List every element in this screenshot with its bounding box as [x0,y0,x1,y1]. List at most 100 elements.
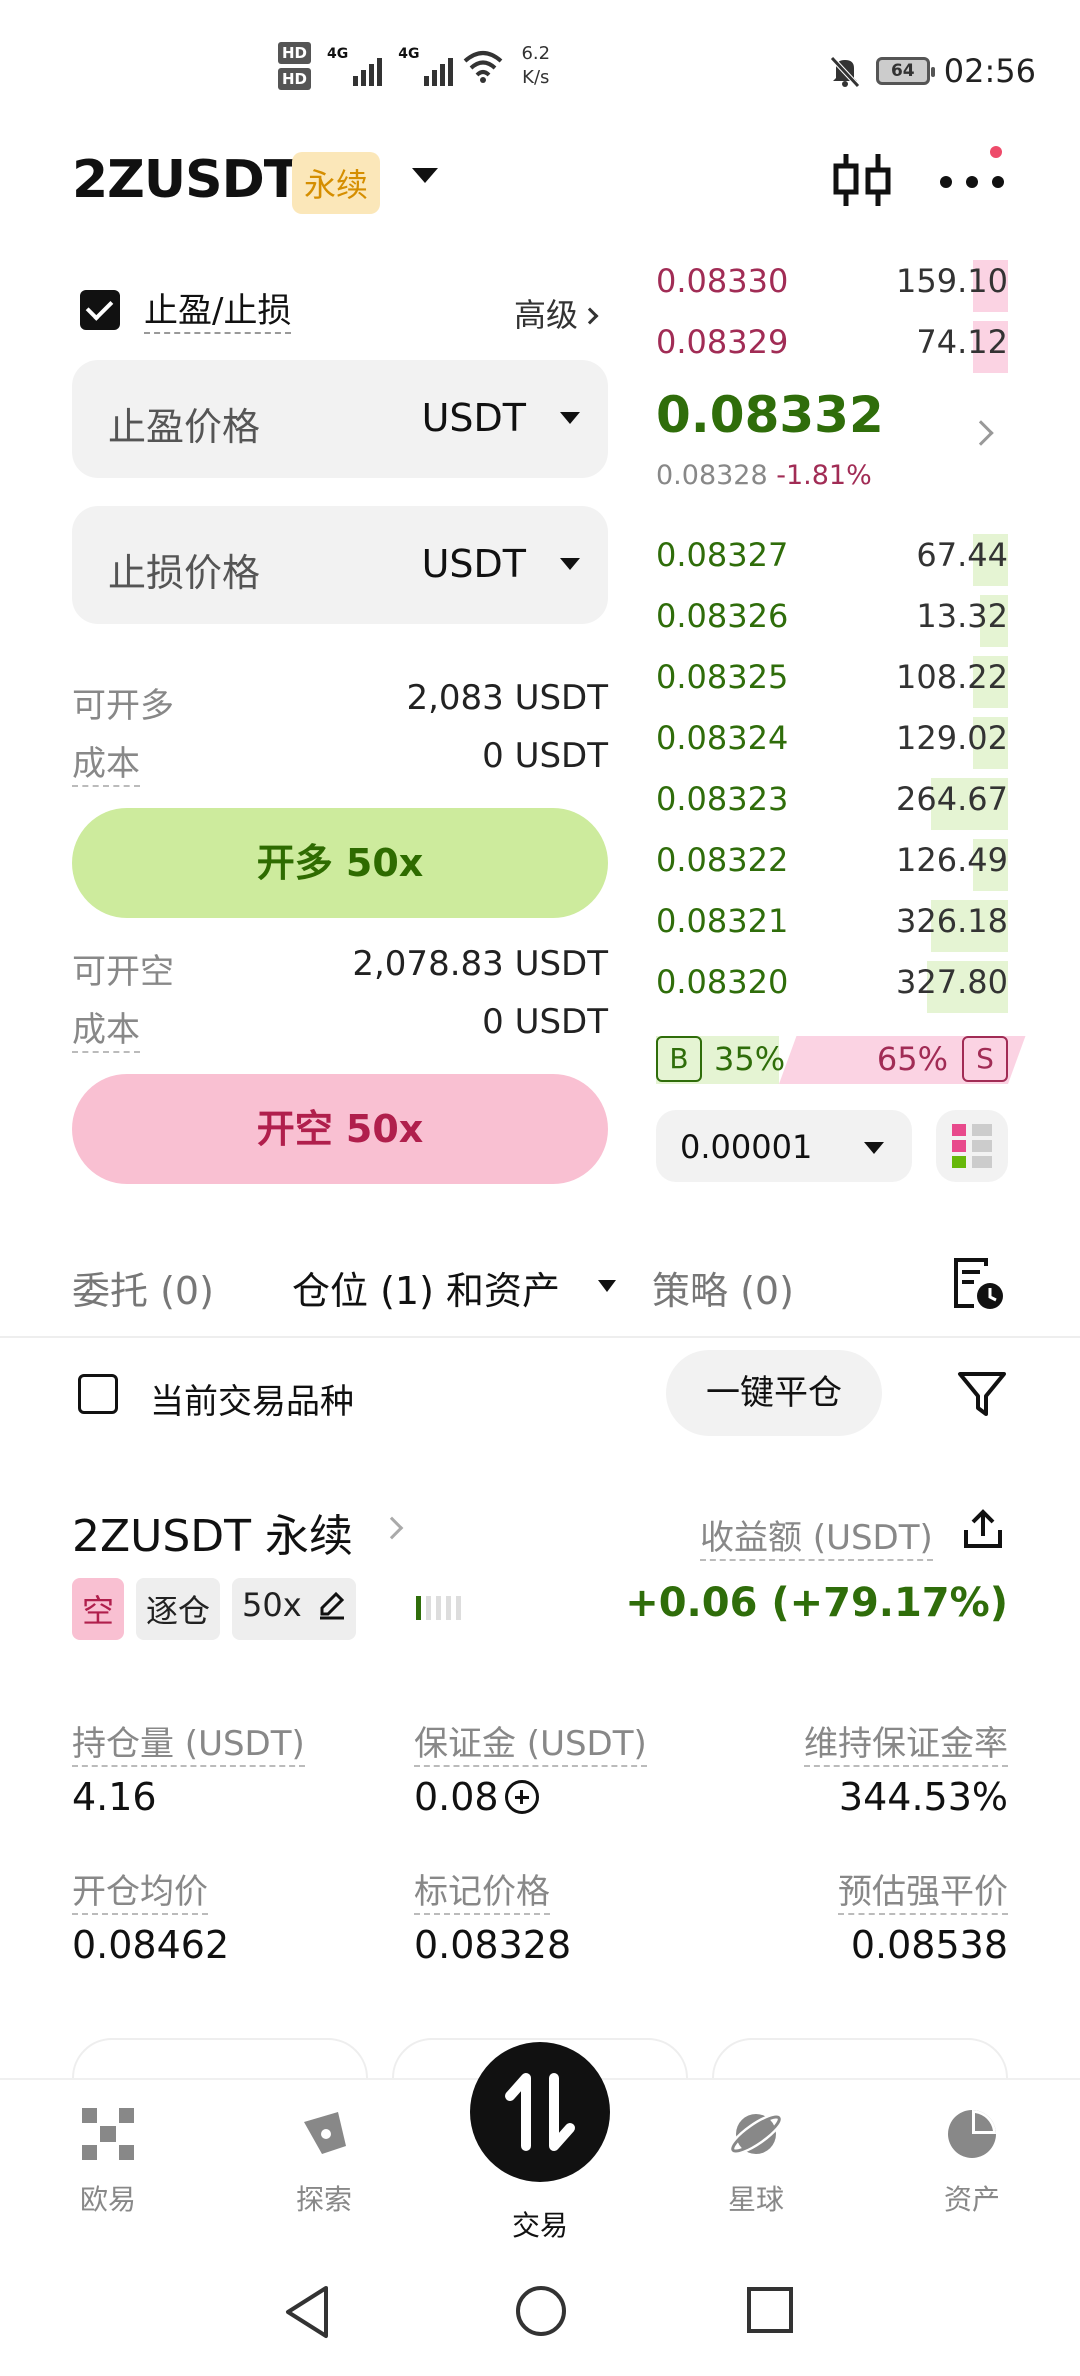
system-navigation-bar [0,2256,1080,2376]
bid-quantity: 67.44 [916,536,1008,574]
notification-dot [990,146,1002,158]
bid-quantity: 264.67 [896,780,1008,818]
trade-arrows-icon [505,2073,575,2151]
close-all-button[interactable]: 一键平仓 [666,1350,882,1436]
position-tags: 空 逐仓 50x [72,1578,356,1640]
open-long-button[interactable]: 开多 50x [72,808,608,918]
buy-sell-ratio: B 35% 65% S [656,1036,1026,1084]
home-icon[interactable] [514,2284,568,2338]
ask-price: 0.08329 [656,323,789,361]
order-history-icon[interactable] [950,1256,1006,1312]
leverage-risk-meter [416,1596,461,1620]
chevron-right-icon[interactable] [380,1516,404,1540]
more-options-icon[interactable] [938,160,1008,200]
position-title[interactable]: 2ZUSDT 永续 [72,1500,353,1564]
short-available-row: 可开空 2,078.83 USDT [72,944,608,992]
short-cost-row: 成本 0 USDT [72,1002,608,1053]
nav-item-assets[interactable]: 资产 [902,2104,1042,2218]
buy-pct: 35% [714,1040,786,1078]
nav-item-home[interactable]: 欧易 [38,2104,178,2218]
signal-icon: 4G [398,46,454,86]
advanced-link[interactable]: 高级 [514,290,599,336]
price-precision-select[interactable]: 0.00001 [656,1110,912,1182]
ask-row[interactable]: 0.08329 74.12 [656,315,1008,373]
last-price[interactable]: 0.08332 [656,386,884,444]
ask-quantity: 159.10 [896,262,1008,300]
back-icon[interactable] [282,2284,332,2340]
bid-row[interactable]: 0.08321 326.18 [656,894,1008,952]
long-cost-row: 成本 0 USDT [72,736,608,787]
buy-label: B [656,1036,702,1082]
ask-row[interactable]: 0.08330 159.10 [656,254,1008,312]
position-action-button[interactable] [712,2038,1008,2080]
filter-row: 当前交易品种 一键平仓 [0,1350,1080,1440]
dropdown-arrow-icon[interactable] [560,412,580,424]
nav-item-planet[interactable]: 星球 [686,2104,826,2218]
bid-row[interactable]: 0.08326 13.32 [656,589,1008,647]
tab-orders[interactable]: 委托 (0) [72,1260,214,1315]
battery-icon: 64 [875,57,935,85]
margin-stat: 保证金 (USDT) 0.08 [414,1716,647,1819]
take-profit-input[interactable]: 止盈价格 USDT [72,360,608,478]
nav-trade-label[interactable]: 交易 [470,2204,610,2244]
add-margin-icon[interactable] [504,1780,539,1814]
mark-price-stat: 标记价格 0.08328 [414,1864,571,1967]
clock: 02:56 [943,52,1036,90]
chevron-right-icon[interactable] [968,420,994,446]
recent-apps-icon[interactable] [746,2286,794,2334]
mute-icon [829,56,860,88]
bid-price: 0.08327 [656,536,789,574]
long-available-row: 可开多 2,083 USDT [72,678,608,726]
bottom-nav: 欧易 探索 交易 星球 资产 [0,2042,1080,2256]
bid-price: 0.08325 [656,658,789,696]
margin-mode-tag[interactable]: 逐仓 [136,1578,221,1640]
bid-row[interactable]: 0.08322 126.49 [656,833,1008,891]
tab-strategies[interactable]: 策略 (0) [652,1260,794,1315]
leverage-tag[interactable]: 50x [232,1578,356,1640]
pair-dropdown-icon[interactable] [412,168,438,183]
bid-price: 0.08320 [656,963,789,1001]
dropdown-arrow-icon[interactable] [560,558,580,570]
nav-item-explore[interactable]: 探索 [254,2104,394,2218]
share-icon[interactable] [962,1508,1004,1550]
chevron-right-icon [581,307,599,325]
tp-sl-label[interactable]: 止盈/止损 [144,290,292,334]
bid-row[interactable]: 0.08323 264.67 [656,772,1008,830]
status-bar: HD HD 4G 4G 6.2 K/s 64 02:56 [0,0,1080,140]
bid-row[interactable]: 0.08325 108.22 [656,650,1008,708]
filter-icon[interactable] [956,1368,1008,1420]
candlestick-chart-icon[interactable] [830,150,894,210]
dropdown-arrow-icon [864,1142,884,1154]
take-profit-unit-select[interactable]: USDT [422,396,526,440]
contract-type-badge: 永续 [292,152,381,214]
pair-name[interactable]: 2ZUSDT [72,150,299,210]
current-pair-label[interactable]: 当前交易品种 [150,1374,354,1423]
signal-icon: 4G [327,46,383,86]
bid-row[interactable]: 0.08324 129.02 [656,711,1008,769]
tp-sl-checkbox[interactable] [80,290,120,330]
nav-item-trade[interactable] [470,2042,610,2182]
pnl-label[interactable]: 收益额 (USDT) [700,1510,933,1561]
tab-dropdown-icon[interactable] [598,1280,616,1292]
current-pair-checkbox[interactable] [78,1374,118,1414]
entry-price-stat: 开仓均价 0.08462 [72,1864,229,1967]
wifi-icon [464,51,503,83]
stop-loss-input[interactable]: 止损价格 USDT [72,506,608,624]
open-short-button[interactable]: 开空 50x [72,1074,608,1184]
pnl-value: +0.06 (+79.17%) [625,1580,1008,1626]
trade-header: 2ZUSDT 永续 [0,140,1080,236]
bid-row[interactable]: 0.08327 67.44 [656,528,1008,586]
bid-quantity: 108.22 [896,658,1008,696]
bid-row[interactable]: 0.08320 327.80 [656,955,1008,1013]
side-tag: 空 [72,1578,125,1640]
stop-loss-unit-select[interactable]: USDT [422,542,526,586]
order-book-layout-icon[interactable] [936,1110,1008,1182]
tab-positions[interactable]: 仓位 (1) 和资产 [292,1260,560,1315]
bid-quantity: 129.02 [896,719,1008,757]
compass-icon [294,2104,354,2164]
bid-quantity: 13.32 [916,597,1008,635]
bid-price: 0.08324 [656,719,789,757]
position-action-button[interactable] [72,2038,368,2080]
position-tabs: 委托 (0) 仓位 (1) 和资产 策略 (0) [0,1250,1080,1338]
liquidation-price-stat: 预估强平价 0.08538 [838,1864,1008,1967]
